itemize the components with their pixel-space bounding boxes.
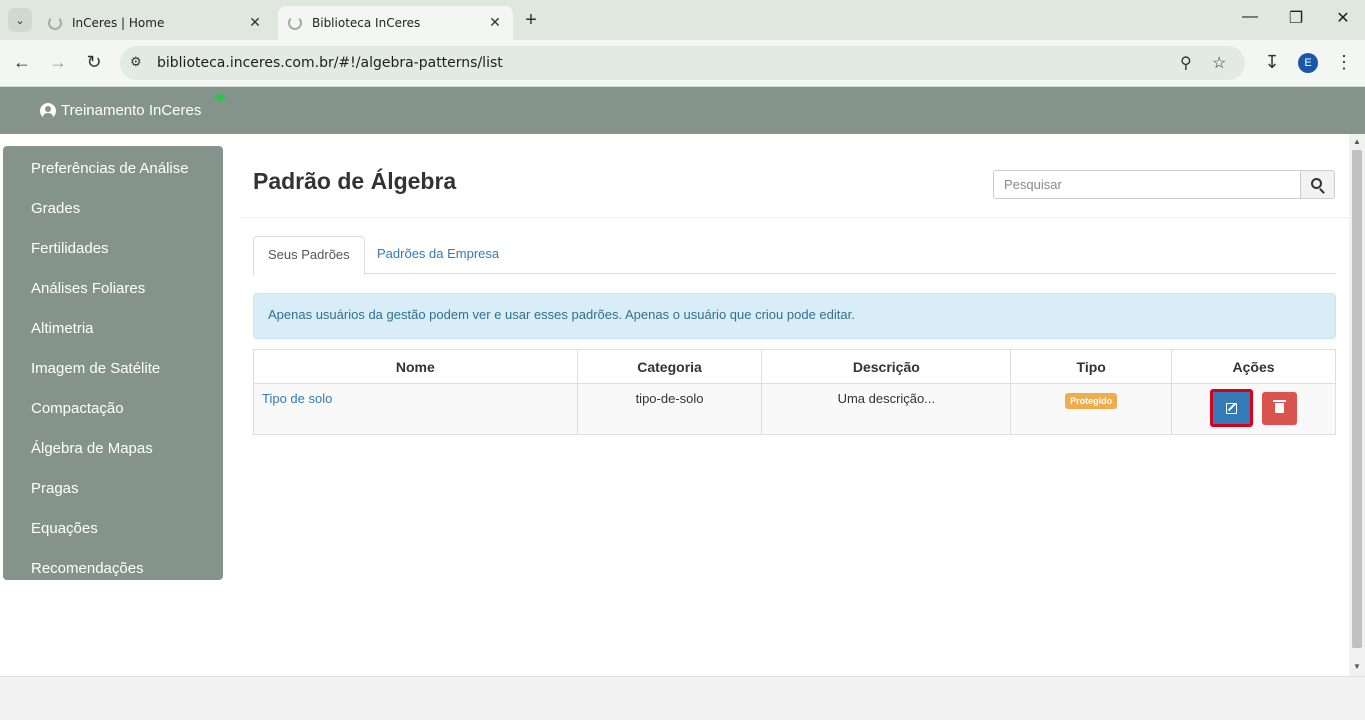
app-header: Treinamento InCeres [0, 87, 1365, 134]
sidebar-item-compactacao[interactable]: Compactação [3, 394, 223, 434]
pattern-name-link[interactable]: Tipo de solo [262, 391, 332, 406]
loading-icon [288, 16, 302, 30]
trash-icon [1273, 399, 1287, 413]
close-window-icon[interactable]: ✕ [1331, 8, 1355, 28]
new-tab-icon[interactable]: + [520, 9, 542, 32]
status-badge: Protegido [1065, 393, 1118, 409]
scroll-down-icon[interactable]: ▼ [1353, 662, 1361, 671]
search-icon [1311, 178, 1322, 189]
sidebar-item-algebra-mapas[interactable]: Álgebra de Mapas [3, 434, 223, 474]
minimize-icon[interactable]: — [1238, 8, 1262, 26]
table-header-row: Nome Categoria Descrição Tipo Ações [253, 349, 1336, 384]
user-circle-icon [40, 102, 56, 119]
pattern-category: tipo-de-solo [576, 383, 763, 435]
table-row: Tipo de solo tipo-de-solo Uma descrição.… [253, 383, 1336, 435]
sidebar-item-fertilidades[interactable]: Fertilidades [3, 234, 223, 274]
close-tab-icon[interactable]: ✕ [247, 15, 263, 31]
column-header-acoes: Ações [1171, 349, 1336, 384]
main-content: Padrão de Álgebra Seus Padrões Padrões d… [239, 134, 1349, 676]
tab-title: Biblioteca InCeres [312, 16, 421, 30]
sidebar: Preferências de Análise Grades Fertilida… [3, 146, 223, 580]
browser-tab-home[interactable]: InCeres | Home ✕ [38, 6, 273, 40]
tab-title: InCeres | Home [72, 16, 165, 30]
sidebar-item-altimetria[interactable]: Altimetria [3, 314, 223, 354]
edit-icon [1226, 403, 1238, 414]
user-name: Treinamento InCeres [61, 102, 202, 119]
page-title: Padrão de Álgebra [253, 168, 457, 194]
back-icon[interactable]: ← [11, 52, 33, 73]
profile-avatar[interactable]: E [1298, 53, 1318, 73]
sidebar-item-equacoes[interactable]: Equações [3, 514, 223, 554]
patterns-table: Nome Categoria Descrição Tipo Ações Tipo… [253, 349, 1336, 435]
sidebar-item-pragas[interactable]: Pragas [3, 474, 223, 514]
browser-menu-icon[interactable]: ⋮ [1333, 52, 1355, 73]
scroll-thumb[interactable] [1352, 150, 1362, 648]
tab-search-button[interactable]: ⌄ [8, 8, 32, 32]
zoom-icon[interactable]: ⚲ [1180, 53, 1192, 73]
page-scrollbar[interactable]: ▲ ▼ [1349, 134, 1365, 676]
column-header-tipo[interactable]: Tipo [1010, 349, 1173, 384]
sidebar-item-preferencias[interactable]: Preferências de Análise [3, 154, 223, 194]
site-info-icon[interactable]: ⚙ [130, 54, 142, 70]
sidebar-item-analises-foliares[interactable]: Análises Foliares [3, 274, 223, 314]
info-alert: Apenas usuários da gestão podem ver e us… [253, 293, 1336, 339]
browser-tab-biblioteca[interactable]: Biblioteca InCeres ✕ [278, 6, 513, 40]
edit-button[interactable] [1210, 389, 1254, 427]
search-input[interactable] [993, 170, 1301, 199]
browser-tab-bar: ⌄ InCeres | Home ✕ Biblioteca InCeres ✕ … [0, 0, 1365, 40]
scroll-up-icon[interactable]: ▲ [1353, 137, 1361, 146]
restore-icon[interactable]: ❐ [1284, 8, 1308, 28]
divider [239, 217, 1349, 218]
loading-icon [48, 16, 62, 30]
reload-icon[interactable]: ↻ [83, 52, 105, 73]
pattern-description: Uma descrição... [761, 383, 1012, 435]
search-group [993, 170, 1335, 199]
delete-button[interactable] [1262, 391, 1298, 425]
tab-padroes-empresa[interactable]: Padrões da Empresa [363, 236, 513, 274]
wifi-status-icon [212, 94, 228, 103]
column-header-nome[interactable]: Nome [253, 349, 578, 384]
pattern-tabs: Seus Padrões Padrões da Empresa [253, 236, 1335, 275]
sidebar-item-grades[interactable]: Grades [3, 194, 223, 234]
row-actions [1171, 383, 1336, 435]
sidebar-item-imagem-satelite[interactable]: Imagem de Satélite [3, 354, 223, 394]
search-button[interactable] [1300, 170, 1335, 199]
bookmark-star-icon[interactable]: ☆ [1212, 53, 1226, 73]
footer-area [0, 676, 1365, 720]
browser-toolbar: ← → ↻ ⚙ biblioteca.inceres.com.br/#!/alg… [0, 40, 1365, 87]
download-icon[interactable]: ↧ [1261, 52, 1283, 73]
url-text: biblioteca.inceres.com.br/#!/algebra-pat… [157, 55, 503, 71]
close-tab-icon[interactable]: ✕ [487, 15, 503, 31]
sidebar-item-recomendacoes[interactable]: Recomendações [3, 554, 223, 594]
column-header-categoria[interactable]: Categoria [576, 349, 763, 384]
user-menu[interactable]: Treinamento InCeres [40, 102, 201, 119]
tab-seus-padroes[interactable]: Seus Padrões [253, 236, 365, 275]
address-bar[interactable]: ⚙ biblioteca.inceres.com.br/#!/algebra-p… [120, 46, 1245, 80]
forward-icon[interactable]: → [47, 52, 69, 73]
column-header-descricao[interactable]: Descrição [761, 349, 1012, 384]
